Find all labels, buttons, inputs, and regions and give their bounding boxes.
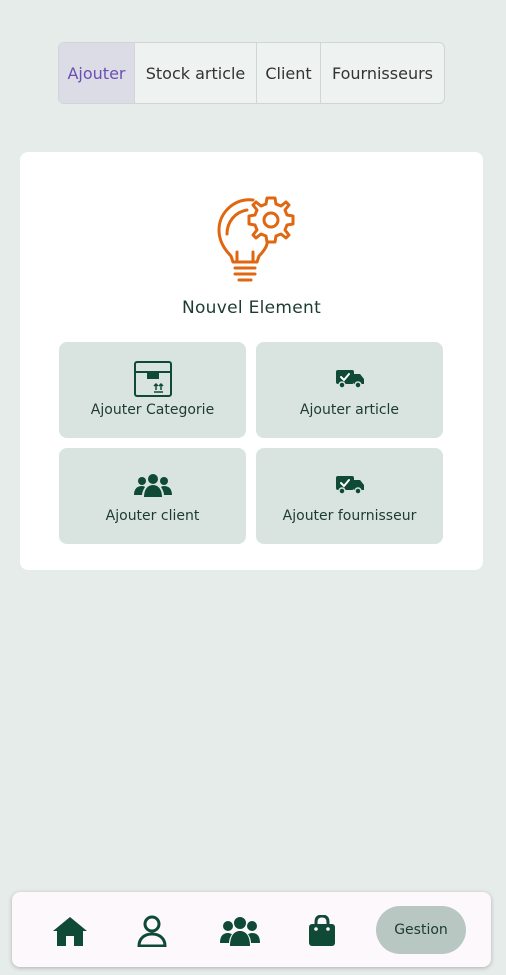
nav-shop[interactable]: [302, 912, 342, 950]
delivery-truck-icon: [335, 466, 365, 504]
bottom-navigation: Gestion: [12, 892, 491, 967]
nav-clients[interactable]: [220, 912, 260, 950]
users-group-icon: [133, 466, 172, 504]
add-supplier-button[interactable]: Ajouter fournisseur: [256, 448, 443, 544]
tab-stock-article[interactable]: Stock article: [135, 43, 257, 103]
shopping-bag-icon: [309, 915, 335, 946]
delivery-truck-icon: [335, 360, 365, 398]
tile-label: Ajouter Categorie: [90, 402, 215, 418]
lightbulb-gear-icon: [213, 188, 299, 284]
add-category-button[interactable]: Ajouter Categorie: [59, 342, 246, 438]
tile-label: Ajouter article: [299, 402, 400, 418]
add-article-button[interactable]: Ajouter article: [256, 342, 443, 438]
nav-gestion-button[interactable]: Gestion: [376, 906, 466, 954]
nav-profile[interactable]: [132, 912, 172, 950]
tab-ajouter[interactable]: Ajouter: [59, 43, 135, 103]
home-icon: [53, 917, 87, 946]
user-icon: [137, 915, 167, 947]
tab-client[interactable]: Client: [257, 43, 321, 103]
users-group-icon: [220, 917, 260, 946]
card-title: Nouvel Element: [181, 298, 322, 318]
nav-home[interactable]: [50, 912, 90, 950]
tab-bar: Ajouter Stock article Client Fournisseur…: [58, 42, 445, 104]
tab-fournisseurs[interactable]: Fournisseurs: [321, 43, 444, 103]
tile-label: Ajouter fournisseur: [282, 508, 417, 524]
tile-label: Ajouter client: [105, 508, 200, 524]
box-icon: [133, 360, 173, 398]
new-element-card: Nouvel Element Ajouter Categorie Ajouter…: [20, 152, 483, 570]
add-client-button[interactable]: Ajouter client: [59, 448, 246, 544]
